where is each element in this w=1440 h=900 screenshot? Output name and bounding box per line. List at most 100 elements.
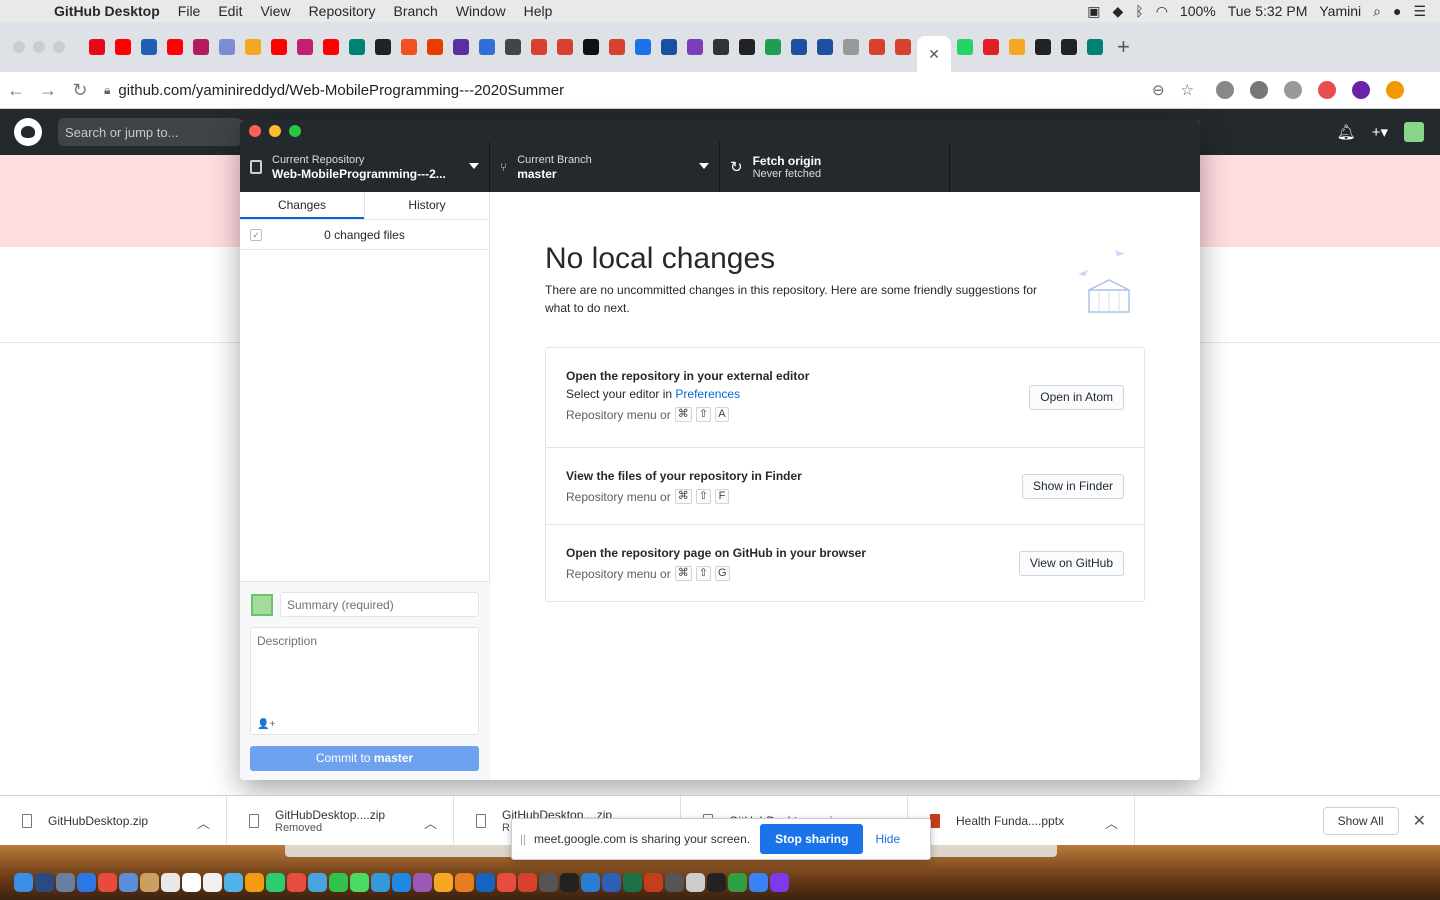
zoom-window-button[interactable] — [53, 41, 65, 53]
browser-tab[interactable] — [1031, 31, 1055, 63]
dock-app-icon[interactable] — [539, 873, 558, 892]
browser-tab[interactable] — [579, 31, 603, 63]
minimize-window-button[interactable] — [33, 41, 45, 53]
menu-view[interactable]: View — [251, 3, 299, 19]
browser-tab[interactable] — [527, 31, 551, 63]
dock-app-icon[interactable] — [497, 873, 516, 892]
browser-tab[interactable] — [735, 31, 759, 63]
dock-app-icon[interactable] — [287, 873, 306, 892]
download-item[interactable]: GitHubDesktop.zip ︿ — [0, 795, 227, 846]
forward-icon[interactable]: → — [32, 80, 64, 101]
lock-icon[interactable]: 🔒︎ — [104, 83, 110, 98]
dock-app-icon[interactable] — [434, 873, 453, 892]
extension-icon[interactable] — [1216, 81, 1234, 99]
browser-tab[interactable] — [137, 31, 161, 63]
browser-tab[interactable] — [657, 31, 681, 63]
zoom-app-button[interactable] — [289, 125, 301, 137]
dock-app-icon[interactable] — [518, 873, 537, 892]
browser-tab[interactable] — [683, 31, 707, 63]
extension-icon[interactable] — [1318, 81, 1336, 99]
dock-app-icon[interactable] — [140, 873, 159, 892]
commit-button[interactable]: Commit to master — [250, 746, 479, 771]
dock-app-icon[interactable] — [203, 873, 222, 892]
wifi-icon[interactable]: ◠ — [1156, 3, 1168, 20]
siri-icon[interactable]: ● — [1393, 3, 1401, 19]
dock-app-icon[interactable] — [119, 873, 138, 892]
chevron-up-icon[interactable]: ︿ — [197, 813, 210, 832]
dock-app-icon[interactable] — [560, 873, 579, 892]
github-search-input[interactable]: Search or jump to... — [58, 118, 242, 146]
menu-branch[interactable]: Branch — [384, 3, 446, 19]
profile-avatar-icon[interactable] — [1352, 81, 1370, 99]
browser-tab[interactable] — [979, 31, 1003, 63]
browser-tab[interactable] — [345, 31, 369, 63]
dock-app-icon[interactable] — [665, 873, 684, 892]
browser-tab[interactable] — [605, 31, 629, 63]
dock-app-icon[interactable] — [35, 873, 54, 892]
dock-app-icon[interactable] — [14, 873, 33, 892]
dock-app-icon[interactable] — [623, 873, 642, 892]
browser-tab[interactable] — [839, 31, 863, 63]
close-window-button[interactable] — [13, 41, 25, 53]
open-in-atom-button[interactable]: Open in Atom — [1029, 385, 1124, 410]
browser-tab[interactable] — [553, 31, 577, 63]
dock-app-icon[interactable] — [224, 873, 243, 892]
browser-tab[interactable] — [111, 31, 135, 63]
dock-app-icon[interactable] — [245, 873, 264, 892]
dock-app-icon[interactable] — [749, 873, 768, 892]
description-input[interactable]: Description 👤+ — [250, 627, 479, 735]
tab-history[interactable]: History — [364, 192, 489, 219]
browser-tab[interactable] — [319, 31, 343, 63]
chevron-up-icon[interactable]: ︿ — [424, 813, 437, 832]
browser-tab[interactable] — [761, 31, 785, 63]
show-in-finder-button[interactable]: Show in Finder — [1021, 474, 1124, 499]
active-tab-close-icon[interactable]: ✕ — [917, 36, 951, 72]
dock-app-icon[interactable] — [329, 873, 348, 892]
url-text[interactable]: github.com/yaminireddyd/Web-MobileProgra… — [118, 82, 564, 99]
shield-extension-icon[interactable] — [1250, 81, 1268, 99]
current-branch-dropdown[interactable]: ⑂ Current Branch master — [490, 142, 720, 192]
add-coauthor-icon[interactable]: 👤+ — [257, 719, 275, 730]
browser-tab[interactable] — [85, 31, 109, 63]
browser-tab[interactable] — [865, 31, 889, 63]
select-all-checkbox[interactable]: ✓ — [250, 229, 262, 241]
browser-tab[interactable] — [475, 31, 499, 63]
browser-tab[interactable] — [709, 31, 733, 63]
menu-repository[interactable]: Repository — [300, 3, 385, 19]
browser-tab[interactable] — [1005, 31, 1029, 63]
dock-app-icon[interactable] — [182, 873, 201, 892]
dock-app-icon[interactable] — [581, 873, 600, 892]
browser-tab[interactable] — [1083, 31, 1107, 63]
browser-tab[interactable] — [293, 31, 317, 63]
dock-app-icon[interactable] — [644, 873, 663, 892]
drag-handle-icon[interactable]: || — [512, 832, 534, 846]
screen-record-icon[interactable]: ▣ — [1087, 3, 1100, 20]
browser-tab[interactable] — [501, 31, 525, 63]
browser-tab[interactable] — [423, 31, 447, 63]
extension-icon[interactable] — [1284, 81, 1302, 99]
browser-tab[interactable] — [189, 31, 213, 63]
dock-app-icon[interactable] — [476, 873, 495, 892]
dock-app-icon[interactable] — [308, 873, 327, 892]
menu-edit[interactable]: Edit — [209, 3, 251, 19]
dock-app-icon[interactable] — [161, 873, 180, 892]
dock-app-icon[interactable] — [392, 873, 411, 892]
view-on-github-button[interactable]: View on GitHub — [1018, 551, 1124, 576]
close-icon[interactable]: ✕ — [1413, 811, 1426, 831]
update-icon[interactable] — [1386, 81, 1404, 99]
browser-tab[interactable] — [813, 31, 837, 63]
browser-tab[interactable] — [241, 31, 265, 63]
spotlight-icon[interactable]: ⌕ — [1373, 3, 1381, 20]
bell-icon[interactable]: 🔔︎ — [1337, 123, 1356, 141]
chevron-up-icon[interactable]: ︿ — [1105, 813, 1118, 832]
dock-app-icon[interactable] — [686, 873, 705, 892]
dock-app-icon[interactable] — [77, 873, 96, 892]
show-all-button[interactable]: Show All — [1322, 806, 1399, 835]
browser-tab[interactable] — [371, 31, 395, 63]
summary-input[interactable]: Summary (required) — [280, 592, 479, 617]
current-repository-dropdown[interactable]: Current Repository Web-MobileProgramming… — [240, 142, 490, 192]
browser-tab[interactable] — [267, 31, 291, 63]
reload-icon[interactable]: ↻ — [64, 80, 96, 101]
dock-app-icon[interactable] — [371, 873, 390, 892]
dock-app-icon[interactable] — [266, 873, 285, 892]
